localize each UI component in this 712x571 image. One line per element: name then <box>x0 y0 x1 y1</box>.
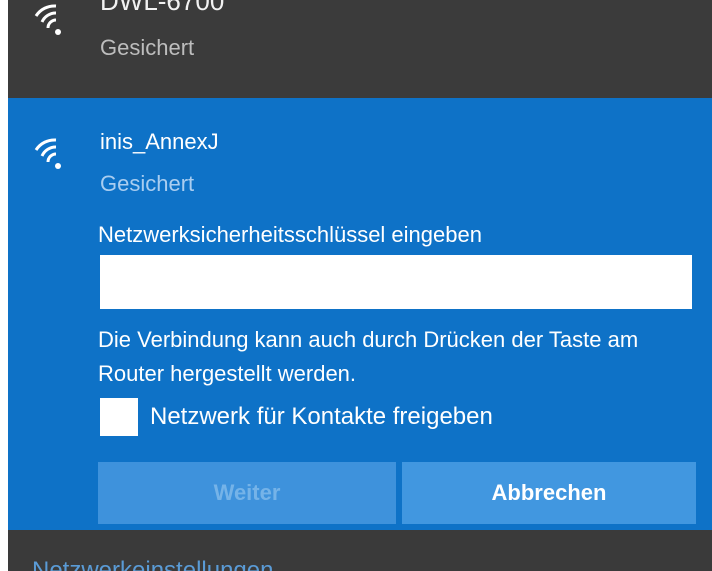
security-key-input[interactable] <box>100 255 692 309</box>
network-status: Gesichert <box>100 35 195 60</box>
network-settings-link[interactable]: Netzwerkeinstellungen <box>32 556 273 571</box>
router-button-hint: Die Verbindung kann auch durch Drücken d… <box>98 327 639 386</box>
share-with-contacts-checkbox[interactable] <box>100 398 138 436</box>
network-item-inis-annexj[interactable]: inis_AnnexJ Gesichert Netzwerksicherheit… <box>8 98 712 530</box>
network-name: DWL-6700 <box>100 0 225 16</box>
share-with-contacts-label: Netzwerk für Kontakte freigeben <box>150 403 493 430</box>
network-item-dwl-6700[interactable]: DWL-6700 Gesichert <box>8 0 712 98</box>
security-key-label: Netzwerksicherheitsschlüssel eingeben <box>98 222 482 247</box>
cancel-button[interactable]: Abbrechen <box>402 462 696 524</box>
network-name: inis_AnnexJ <box>100 129 219 154</box>
next-button[interactable]: Weiter <box>98 462 396 524</box>
wifi-icon <box>32 2 68 38</box>
wifi-icon <box>32 136 68 172</box>
network-status: Gesichert <box>100 171 195 196</box>
network-flyout: DWL-6700 Gesichert inis_AnnexJ Gesichert… <box>8 0 712 571</box>
